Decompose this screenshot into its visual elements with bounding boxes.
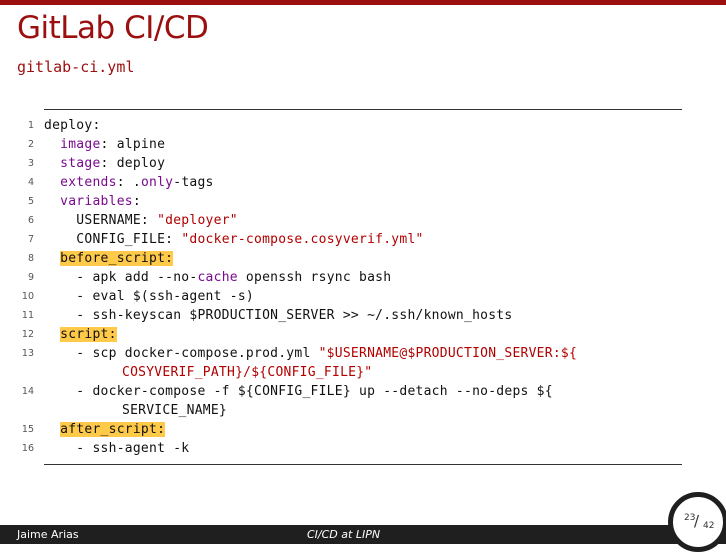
code-text: CONFIG_FILE: "docker-compose.cosyverif.y… — [44, 232, 424, 247]
line-number: 6 — [27, 215, 34, 226]
line-number: 12 — [21, 329, 34, 340]
code-text: - ssh-keyscan $PRODUCTION_SERVER >> ~/.s… — [44, 308, 513, 323]
code-line: 16 - ssh-agent -k — [0, 439, 726, 458]
code-text: before_script: — [44, 249, 680, 268]
line-number: 9 — [27, 272, 34, 283]
code-continuation: SERVICE_NAME} — [122, 403, 227, 418]
line-number: 2 — [27, 139, 34, 150]
code-line: 7 CONFIG_FILE: "docker-compose.cosyverif… — [0, 230, 726, 249]
code-line: 3 stage: deploy — [0, 154, 726, 173]
code-line: 10 - eval $(ssh-agent -s) — [0, 287, 726, 306]
line-number: 13 — [21, 348, 34, 359]
highlighted-keyword: after_script: — [60, 422, 166, 437]
line-number: 8 — [27, 253, 34, 264]
code-text: stage: deploy — [60, 156, 166, 171]
line-number: 14 — [21, 386, 34, 397]
slide-subtitle: gitlab-ci.yml — [17, 58, 135, 76]
code-text: - docker-compose -f ${CONFIG_FILE} up --… — [44, 384, 553, 399]
code-line: 1 deploy: — [0, 116, 726, 135]
footer-bar: Jaime Arias CI/CD at LIPN — [0, 525, 726, 544]
code-text: deploy: — [44, 118, 101, 133]
line-number: 10 — [21, 291, 34, 302]
line-number: 11 — [21, 310, 34, 321]
page-separator: / — [694, 512, 700, 530]
code-text: image: alpine — [60, 137, 166, 152]
line-number: 4 — [27, 177, 34, 188]
code-bottom-rule — [44, 464, 682, 465]
code-line: 8 before_script: — [0, 249, 726, 268]
line-number: 3 — [27, 158, 34, 169]
code-line: 6 USERNAME: "deployer" — [0, 211, 726, 230]
code-line: 14 - docker-compose -f ${CONFIG_FILE} up… — [0, 382, 726, 420]
code-listing: 1 deploy: 2 image: alpine 3 stage: deplo… — [0, 116, 726, 458]
line-number: 5 — [27, 196, 34, 207]
code-text: USERNAME: "deployer" — [44, 213, 238, 228]
line-number: 7 — [27, 234, 34, 245]
code-line: 15 after_script: — [0, 420, 726, 439]
code-text: script: — [44, 325, 680, 344]
code-line: 5 variables: — [0, 192, 726, 211]
code-text: - ssh-agent -k — [44, 441, 190, 456]
highlighted-keyword: before_script: — [60, 251, 174, 266]
code-text: variables: — [60, 194, 141, 209]
footer-author: Jaime Arias — [17, 528, 79, 541]
code-text: - apk add --no-cache openssh rsync bash — [44, 270, 392, 285]
code-top-rule — [44, 109, 682, 110]
line-number: 16 — [21, 443, 34, 454]
line-number: 15 — [21, 424, 34, 435]
code-text: - scp docker-compose.prod.yml "$USERNAME… — [44, 346, 578, 361]
code-line: 9 - apk add --no-cache openssh rsync bas… — [0, 268, 726, 287]
code-line: 2 image: alpine — [0, 135, 726, 154]
code-line: 13 - scp docker-compose.prod.yml "$USERN… — [0, 344, 726, 382]
code-text: after_script: — [44, 420, 680, 439]
code-continuation: COSYVERIF_PATH}/${CONFIG_FILE}" — [122, 365, 373, 380]
code-text: - eval $(ssh-agent -s) — [44, 289, 254, 304]
top-accent-bar — [0, 0, 726, 5]
line-number: 1 — [27, 120, 34, 131]
code-text: extends: .only-tags — [60, 175, 214, 190]
code-line: 4 extends: .only-tags — [0, 173, 726, 192]
page-total: 42 — [703, 521, 715, 531]
code-line: 12 script: — [0, 325, 726, 344]
highlighted-keyword: script: — [60, 327, 117, 342]
slide-title: GitLab CI/CD — [17, 10, 209, 46]
code-line: 11 - ssh-keyscan $PRODUCTION_SERVER >> ~… — [0, 306, 726, 325]
footer-title: CI/CD at LIPN — [307, 528, 381, 541]
